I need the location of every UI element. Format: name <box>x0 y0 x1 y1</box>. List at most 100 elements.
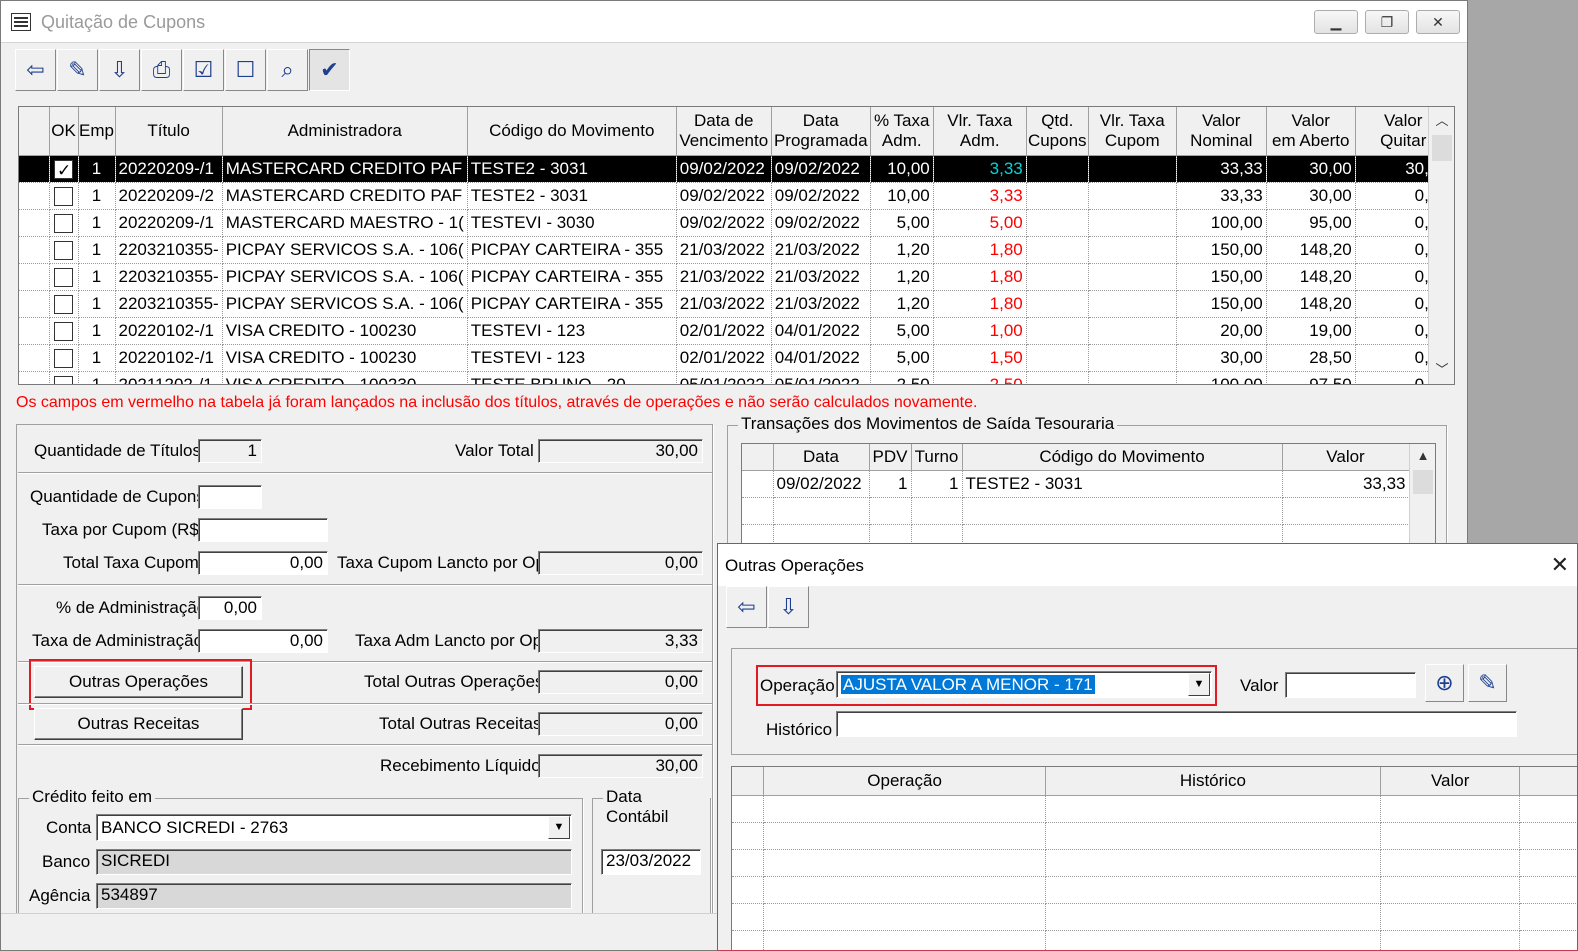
save-tool-button[interactable]: ⇩ <box>99 49 140 91</box>
close-button[interactable]: ✕ <box>1416 10 1460 34</box>
ok-cell[interactable] <box>49 371 79 384</box>
total-taxa-cupom-field[interactable]: 0,00 <box>198 551 328 575</box>
exit-tool-button[interactable]: ⇦ <box>15 49 56 91</box>
table-row[interactable]: 120220209-/1MASTERCARD CREDITO PAFTESTE2… <box>19 155 1452 183</box>
window-titlebar[interactable]: Quitação de Cupons ▁ ❐ ✕ <box>1 1 1467 43</box>
dialog-col-header[interactable]: Valor <box>1380 767 1521 796</box>
minimize-button[interactable]: ▁ <box>1314 10 1358 34</box>
deselect-all-tool-button[interactable]: ☐ <box>225 49 266 91</box>
titles-col-header[interactable]: OK <box>49 107 79 156</box>
table-row[interactable]: 1 2203210355- PICPAY SERVICOS S.A. - 106(P… <box>19 290 1452 318</box>
scroll-thumb[interactable] <box>1432 135 1452 161</box>
ok-cell[interactable] <box>49 344 79 372</box>
chevron-down-icon[interactable]: ▼ <box>1188 673 1210 696</box>
emp-cell: 1 <box>78 182 116 210</box>
administradora-cell: MASTERCARD CREDITO PAF <box>222 182 468 210</box>
ok-checkbox[interactable] <box>54 158 73 181</box>
outras-operacoes-button[interactable]: Outras Operações <box>34 666 243 698</box>
table-row[interactable]: 1 20220209-/2 MASTERCARD CREDITO PAF TESTE2… <box>19 182 1452 210</box>
titles-col-header[interactable]: Administradora <box>222 107 468 156</box>
turno-cell: 1 <box>911 470 963 498</box>
dialog-operations-grid[interactable]: Operação Histórico Valor <box>731 766 1577 950</box>
ok-cell[interactable] <box>49 236 79 264</box>
close-icon[interactable]: ✕ <box>1551 552 1569 578</box>
titles-col-header[interactable]: Vlr. Taxa Cupom <box>1088 107 1177 156</box>
transacoes-grid[interactable]: Data PDV Turno Código do Movimento Valor 09/… <box>741 443 1436 553</box>
ok-cell[interactable] <box>49 182 79 210</box>
emp-cell: 1 <box>78 236 116 264</box>
table-row[interactable]: 1 20211202-/1 VISA CREDITO - 100230 TESTE B… <box>19 371 1452 384</box>
scroll-down-icon[interactable]: ﹀ <box>1429 358 1454 382</box>
maximize-button[interactable]: ❐ <box>1365 10 1409 34</box>
titles-col-header[interactable]: Emp <box>78 107 116 156</box>
scroll-up-icon[interactable]: ▲ <box>1410 444 1435 468</box>
clear-operation-button[interactable]: ✎ <box>1468 664 1507 702</box>
operacao-select[interactable]: AJUSTA VALOR A MENOR - 171 ▼ <box>836 671 1212 698</box>
add-operation-button[interactable]: ⊕ <box>1425 664 1464 702</box>
dialog-col-header[interactable]: Histórico <box>1045 767 1382 796</box>
ok-checkbox[interactable] <box>54 186 73 206</box>
dialog-col-header[interactable]: Operação <box>763 767 1046 796</box>
transacoes-col-header[interactable]: PDV <box>869 444 912 471</box>
ok-checkbox[interactable] <box>54 213 73 233</box>
select-all-tool-button[interactable]: ☑ <box>183 49 224 91</box>
ok-checkbox[interactable] <box>54 321 73 341</box>
scroll-thumb[interactable] <box>1413 470 1433 494</box>
search-tool-button[interactable]: ⌕ <box>267 49 308 91</box>
print-tool-button[interactable]: ⎙ <box>141 49 182 91</box>
qtd-cupons-input[interactable] <box>198 485 262 509</box>
titles-col-header[interactable]: Código do Movimento <box>467 107 677 156</box>
dialog-col-header[interactable] <box>732 767 765 796</box>
historico-input[interactable] <box>836 711 1517 737</box>
pct-adm-input[interactable]: 0,00 <box>198 596 262 620</box>
titles-grid[interactable]: OK Emp Título Administradora Código do Movim… <box>18 106 1455 385</box>
transacoes-col-header[interactable] <box>742 444 774 471</box>
ok-checkbox[interactable] <box>54 294 73 314</box>
ok-checkbox[interactable] <box>54 240 73 260</box>
chevron-down-icon[interactable]: ▼ <box>548 816 570 839</box>
titles-col-header[interactable]: % Taxa Adm. <box>870 107 934 156</box>
transacoes-col-header[interactable]: Data <box>773 444 870 471</box>
titles-col-header[interactable]: Valor Nominal <box>1176 107 1267 156</box>
table-row[interactable]: 1 20220102-/1 VISA CREDITO - 100230 TESTEVI… <box>19 344 1452 372</box>
table-row[interactable]: 1 20220209-/1 MASTERCARD MAESTRO - 1(TESTE… <box>19 209 1452 237</box>
ok-cell[interactable] <box>49 209 79 237</box>
dialog-save-button[interactable]: ⇩ <box>768 586 809 628</box>
transacoes-col-header[interactable]: Turno <box>911 444 963 471</box>
transacoes-scrollbar[interactable]: ▲ <box>1409 444 1435 552</box>
ok-checkbox[interactable] <box>54 348 73 368</box>
transacoes-col-header[interactable]: Código do Movimento <box>962 444 1283 471</box>
data-contabil-input[interactable]: 23/03/2022 <box>601 849 701 875</box>
titles-col-header[interactable]: Título <box>115 107 223 156</box>
taxa-cupom-input[interactable] <box>198 518 328 542</box>
titles-col-header[interactable]: Data Programada <box>771 107 871 156</box>
ok-checkbox[interactable] <box>54 267 73 287</box>
titles-col-header[interactable]: Data de Vencimento <box>676 107 772 156</box>
table-row[interactable]: 09/02/2022 1 1 TESTE2 - 3031 33,33 <box>742 470 1410 498</box>
ok-cell[interactable] <box>49 155 79 183</box>
table-row[interactable]: 1 20220102-/1 VISA CREDITO - 100230 TESTEVI… <box>19 317 1452 345</box>
ok-cell[interactable] <box>49 317 79 345</box>
outras-receitas-button[interactable]: Outras Receitas <box>34 708 243 740</box>
valor-input[interactable] <box>1285 672 1416 698</box>
titles-col-header[interactable]: Qtd. Cupons <box>1026 107 1089 156</box>
scroll-up-icon[interactable]: ︿ <box>1429 109 1454 133</box>
titles-col-header[interactable]: Valor em Aberto <box>1266 107 1356 156</box>
table-row[interactable]: 1 2203210355- PICPAY SERVICOS S.A. - 106(P… <box>19 263 1452 291</box>
titles-grid-scrollbar[interactable]: ︿ ﹀ <box>1428 107 1454 384</box>
dialog-exit-button[interactable]: ⇦ <box>726 586 767 628</box>
taxa-adm-input[interactable]: 0,00 <box>198 629 328 653</box>
table-row[interactable]: 1 2203210355- PICPAY SERVICOS S.A. - 106(P… <box>19 236 1452 264</box>
confirm-tool-button[interactable]: ✔ <box>309 49 350 91</box>
ok-cell[interactable] <box>49 263 79 291</box>
conta-value: BANCO SICREDI - 2763 <box>101 818 289 837</box>
dialog-titlebar[interactable]: Outras Operações ✕ <box>718 544 1577 586</box>
eraser-tool-button[interactable]: ✎ <box>57 49 98 91</box>
conta-select[interactable]: BANCO SICREDI - 2763 ▼ <box>96 814 572 841</box>
ok-cell[interactable] <box>49 290 79 318</box>
titles-col-header[interactable]: Vlr. Taxa Adm. <box>933 107 1027 156</box>
vencimento-cell: 05/01/2022 <box>676 371 772 384</box>
transacoes-col-header[interactable]: Valor <box>1282 444 1410 471</box>
titles-col-header[interactable] <box>19 107 50 156</box>
ok-checkbox[interactable] <box>54 375 73 384</box>
